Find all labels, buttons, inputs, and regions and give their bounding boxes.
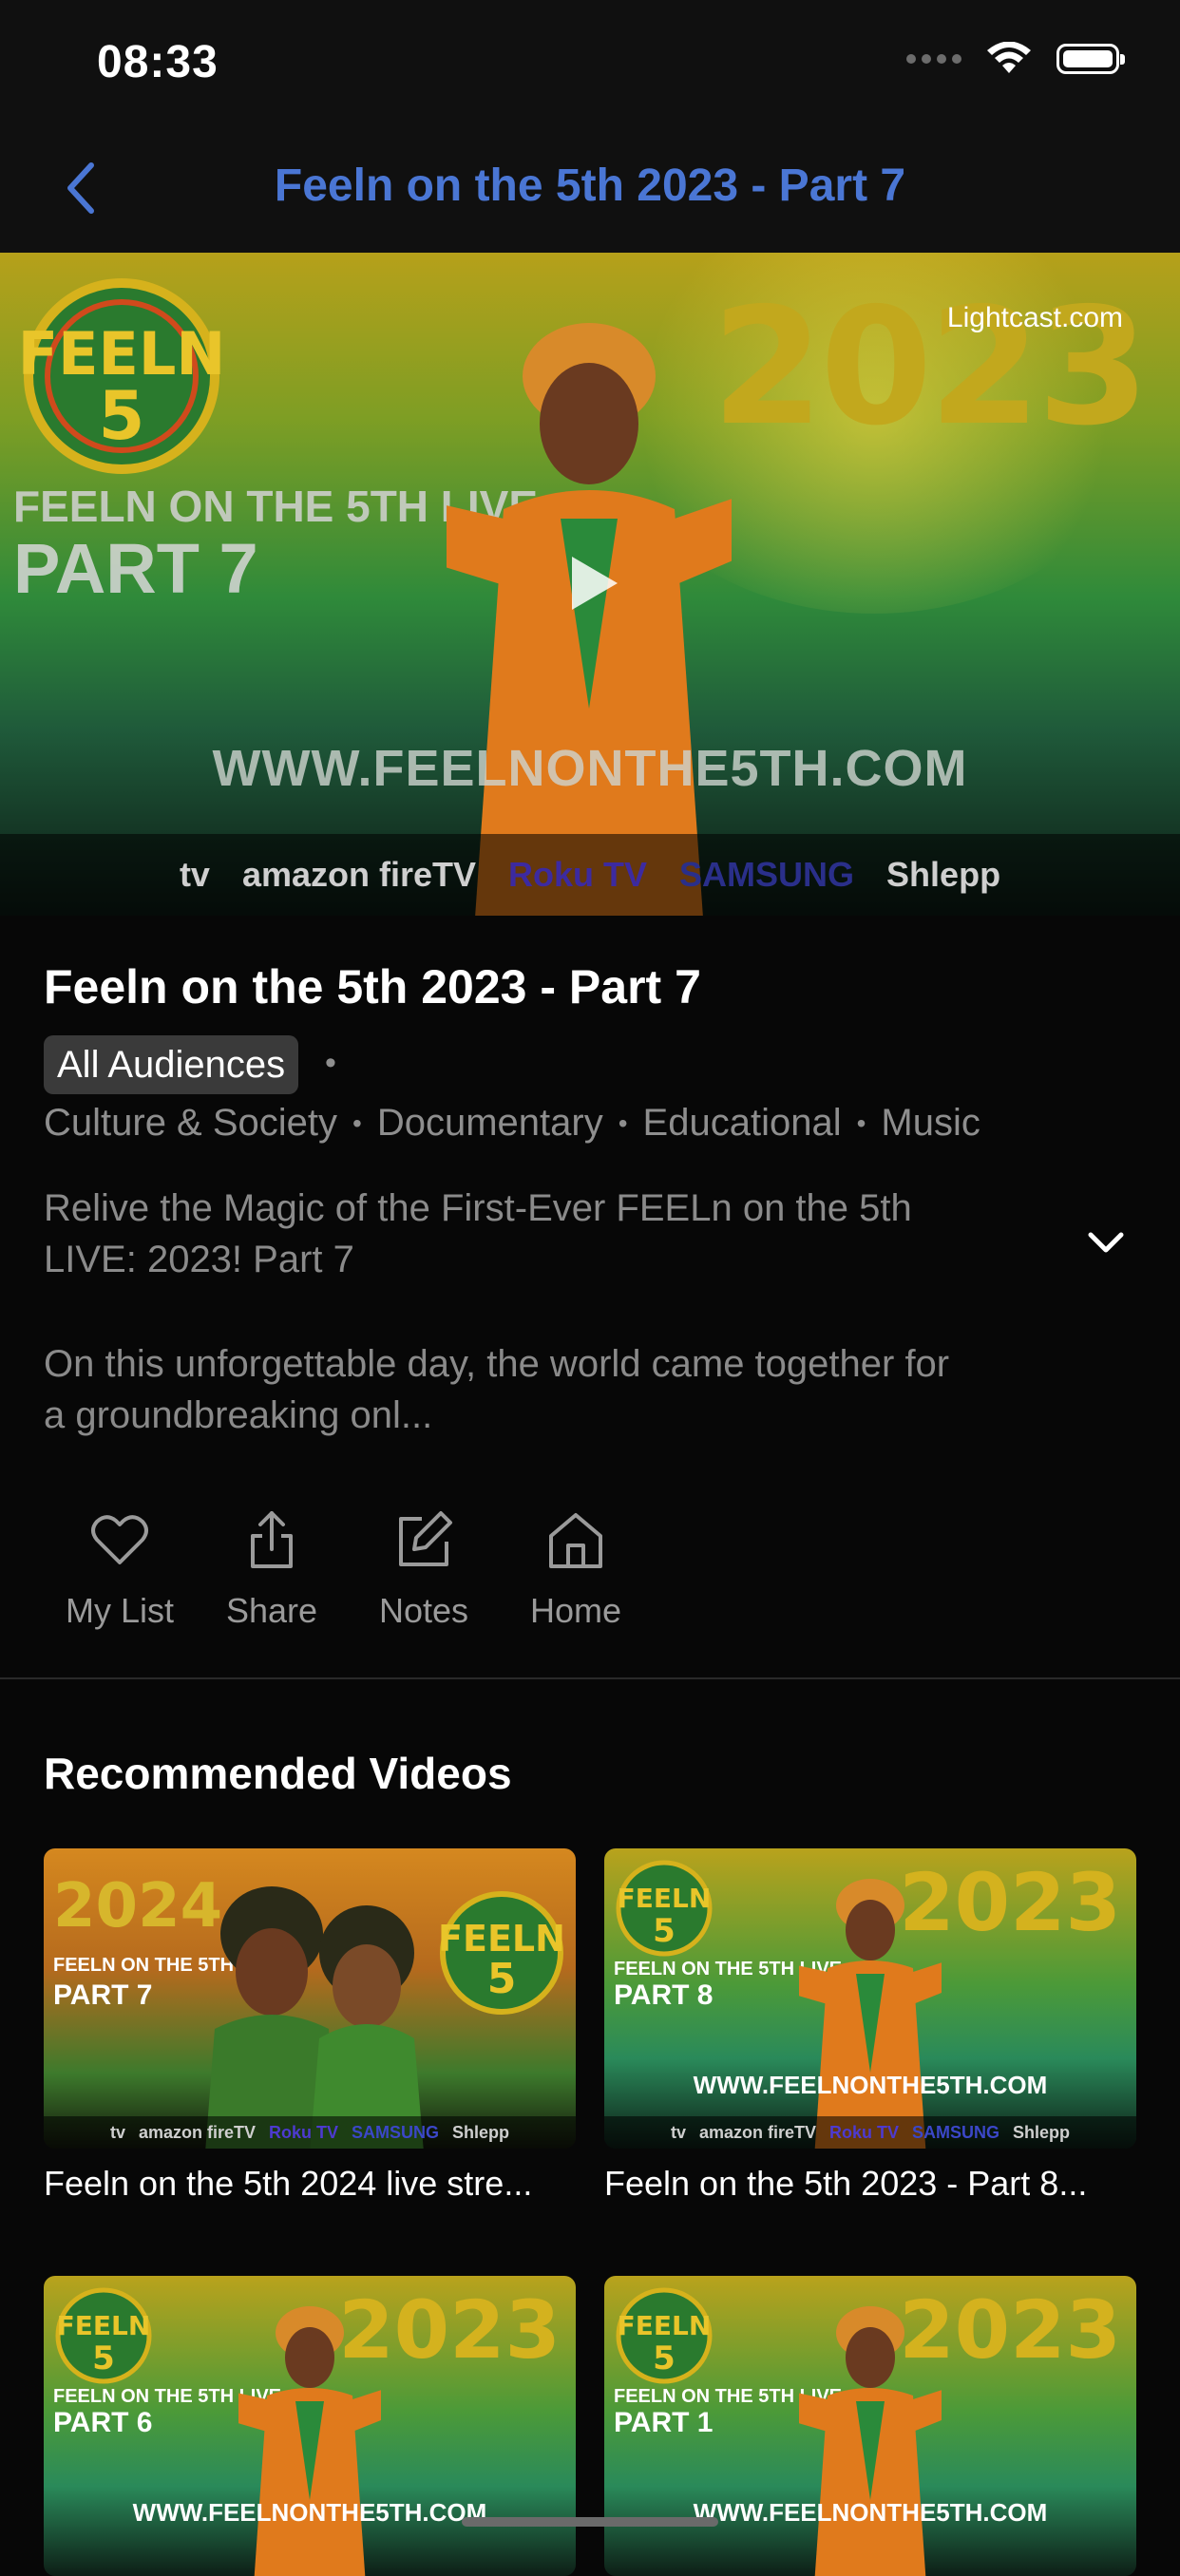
share-icon bbox=[251, 1511, 293, 1568]
thumbnail-dancer-image bbox=[238, 2306, 381, 2576]
video-thumbnail: 2024 FEELN ON THE 5TH LIVE PART 7 FEELN … bbox=[44, 1848, 576, 2149]
edit-icon bbox=[399, 1511, 452, 1566]
samsung-logo: SAMSUNG bbox=[912, 2122, 1000, 2142]
genre-item: Music bbox=[881, 1102, 980, 1144]
rating-badge: All Audiences bbox=[44, 1035, 299, 1094]
my-list-button[interactable]: My List bbox=[44, 1506, 196, 1631]
thumb-part: PART 6 bbox=[53, 2407, 153, 2438]
play-icon[interactable] bbox=[568, 553, 621, 614]
description-line: a groundbreaking onl... bbox=[44, 1394, 433, 1436]
svg-text:5: 5 bbox=[99, 377, 145, 455]
recommended-heading: Recommended Videos bbox=[44, 1749, 512, 1798]
genre-item: Culture & Society bbox=[44, 1102, 338, 1144]
feeln-logo: FEELN 5 bbox=[616, 1860, 713, 1957]
video-caption: Feeln on the 5th 2023 - Part 8... bbox=[604, 2164, 1088, 2203]
apple-tv-logo: tv bbox=[179, 855, 210, 894]
feeln-logo: FEELN 5 bbox=[616, 2287, 713, 2384]
genre-separator: • bbox=[618, 1108, 628, 1138]
navigation-bar: Feeln on the 5th 2023 - Part 7 bbox=[0, 133, 1180, 253]
hero-part: PART 7 bbox=[13, 529, 258, 608]
recommended-video-card[interactable]: 2024 FEELN ON THE 5TH LIVE PART 7 FEELN … bbox=[44, 1848, 576, 2204]
video-title: Feeln on the 5th 2023 - Part 7 bbox=[44, 960, 701, 1013]
roku-logo: Roku TV bbox=[829, 2122, 900, 2142]
amazon-firetv-logo: amazon fireTV bbox=[138, 2122, 256, 2142]
notes-button[interactable]: Notes bbox=[348, 1506, 500, 1631]
share-label: Share bbox=[225, 1591, 318, 1630]
samsung-logo: SAMSUNG bbox=[352, 2122, 440, 2142]
hero-platform-strip: tv amazon fireTV Roku TV SAMSUNG Shlepp bbox=[0, 834, 1180, 916]
thumb-part: PART 8 bbox=[614, 1979, 714, 2011]
my-list-label: My List bbox=[65, 1591, 174, 1630]
samsung-logo: SAMSUNG bbox=[679, 855, 855, 894]
thumbnail-dancer-image bbox=[799, 1879, 942, 2149]
recommended-video-card[interactable]: FEELN 5 2023 FEELN ON THE 5TH LIVE PART … bbox=[604, 2276, 1136, 2576]
genre-separator: • bbox=[352, 1108, 362, 1138]
roku-logo: Roku TV bbox=[508, 855, 648, 894]
expand-description-chevron-icon[interactable] bbox=[1083, 1223, 1129, 1261]
video-player-thumbnail[interactable]: FEELN 5 2023 Lightcast.com FEELN ON THE … bbox=[0, 253, 1180, 916]
description-line: LIVE: 2023! Part 7 bbox=[44, 1239, 354, 1280]
shlepp-logo: Shlepp bbox=[886, 855, 1001, 894]
roku-logo: Roku TV bbox=[269, 2122, 339, 2142]
rating-separator: • bbox=[325, 1045, 336, 1081]
thumb-platform-strip: tv amazon fireTV Roku TV SAMSUNG Shlepp bbox=[604, 2116, 1136, 2149]
svg-text:5: 5 bbox=[653, 1912, 676, 1950]
video-description: Relive the Magic of the First-Ever FEELn… bbox=[44, 1183, 1003, 1441]
heart-icon bbox=[91, 1515, 148, 1564]
home-indicator[interactable] bbox=[462, 2517, 718, 2527]
apple-tv-logo: tv bbox=[670, 2122, 686, 2142]
apple-tv-logo: tv bbox=[109, 2122, 125, 2142]
status-icons bbox=[906, 42, 1125, 76]
home-button[interactable]: Home bbox=[500, 1506, 652, 1631]
status-bar: 08:33 bbox=[0, 0, 1180, 133]
shlepp-logo: Shlepp bbox=[1013, 2122, 1071, 2142]
description-line: On this unforgettable day, the world cam… bbox=[44, 1343, 950, 1385]
svg-text:5: 5 bbox=[487, 1955, 517, 2003]
svg-text:5: 5 bbox=[653, 2339, 676, 2377]
video-thumbnail: FEELN 5 2023 FEELN ON THE 5TH LIVE PART … bbox=[604, 1848, 1136, 2149]
feeln-logo: FEELN 5 bbox=[55, 2287, 152, 2384]
genre-separator: • bbox=[856, 1108, 866, 1138]
hero-site-label: Lightcast.com bbox=[946, 302, 1123, 333]
cellular-signal-icon bbox=[906, 54, 961, 64]
amazon-firetv-logo: amazon fireTV bbox=[241, 855, 477, 894]
genre-item: Educational bbox=[642, 1102, 842, 1144]
amazon-firetv-logo: amazon fireTV bbox=[698, 2122, 816, 2142]
svg-text:5: 5 bbox=[92, 2339, 115, 2377]
svg-text:FEELN: FEELN bbox=[618, 2310, 712, 2341]
genre-list: Culture & Society • Documentary • Educat… bbox=[44, 1102, 980, 1145]
thumb-url: WWW.FEELNONTHE5TH.COM bbox=[693, 2071, 1048, 2099]
wifi-icon bbox=[987, 42, 1031, 73]
thumbnail-dancers-image bbox=[205, 1886, 424, 2149]
recommended-video-card[interactable]: FEELN 5 2023 FEELN ON THE 5TH LIVE PART … bbox=[44, 2276, 576, 2576]
genre-item: Documentary bbox=[376, 1102, 603, 1144]
thumb-part: PART 1 bbox=[614, 2407, 714, 2438]
video-thumbnail: FEELN 5 2023 FEELN ON THE 5TH LIVE PART … bbox=[44, 2276, 576, 2576]
description-line: Relive the Magic of the First-Ever FEELn… bbox=[44, 1187, 912, 1229]
thumb-part: PART 7 bbox=[53, 1979, 153, 2011]
shlepp-logo: Shlepp bbox=[452, 2122, 510, 2142]
section-divider bbox=[0, 1677, 1180, 1679]
svg-text:FEELN: FEELN bbox=[438, 1918, 565, 1960]
home-icon bbox=[549, 1513, 602, 1568]
svg-text:FEELN: FEELN bbox=[57, 2310, 151, 2341]
recommended-video-card[interactable]: FEELN 5 2023 FEELN ON THE 5TH LIVE PART … bbox=[604, 1848, 1136, 2204]
share-button[interactable]: Share bbox=[196, 1506, 348, 1631]
feeln-logo: FEELN 5 bbox=[438, 1891, 565, 2015]
battery-icon bbox=[1056, 44, 1125, 74]
feeln-logo: FEELN 5 bbox=[18, 278, 225, 474]
hero-url: WWW.FEELNONTHE5TH.COM bbox=[212, 740, 968, 797]
svg-text:FEELN: FEELN bbox=[618, 1883, 712, 1914]
action-bar: My List Share Notes Home bbox=[44, 1506, 652, 1631]
nav-title: Feeln on the 5th 2023 - Part 7 bbox=[274, 161, 906, 211]
status-time: 08:33 bbox=[97, 37, 219, 87]
home-label: Home bbox=[529, 1591, 622, 1630]
video-thumbnail: FEELN 5 2023 FEELN ON THE 5TH LIVE PART … bbox=[604, 2276, 1136, 2576]
video-caption: Feeln on the 5th 2024 live stre... bbox=[44, 2164, 533, 2203]
thumb-platform-strip: tv amazon fireTV Roku TV SAMSUNG Shlepp bbox=[44, 2116, 576, 2149]
notes-label: Notes bbox=[378, 1591, 469, 1630]
thumbnail-dancer-image bbox=[799, 2306, 942, 2576]
